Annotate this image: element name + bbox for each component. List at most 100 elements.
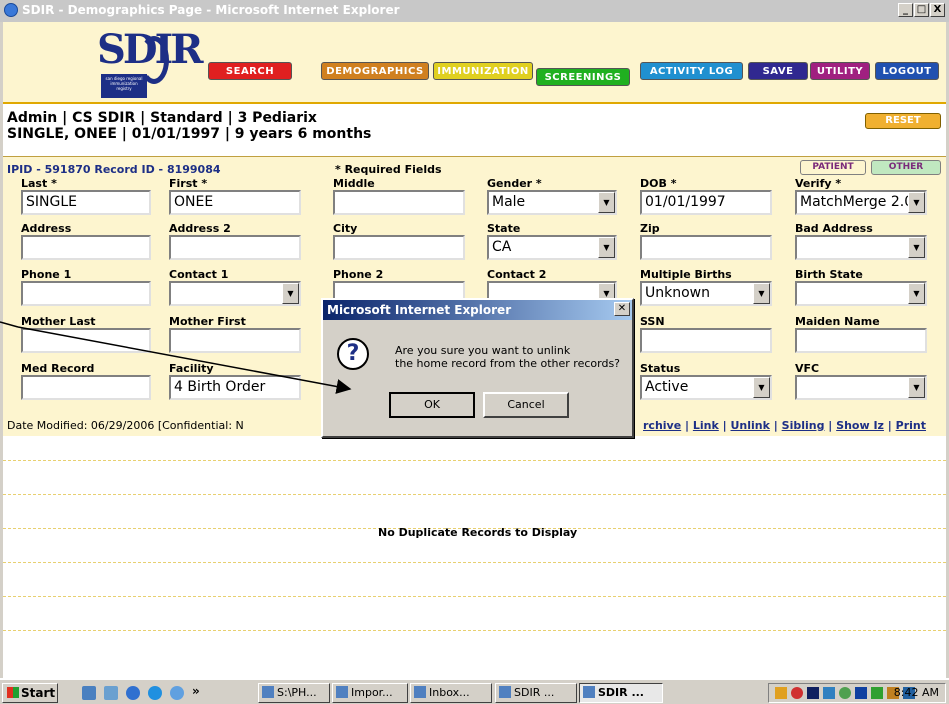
status-select[interactable]: Active ▼ [640, 375, 772, 400]
nav-activity-log[interactable]: ACTIVITY LOG [640, 62, 743, 80]
record-ids: IPID - 591870 Record ID - 8199084 [7, 163, 221, 176]
required-note: * Required Fields [335, 163, 442, 176]
link-print[interactable]: Print [896, 419, 926, 432]
ssn-input[interactable] [640, 328, 772, 353]
dob-input[interactable]: 01/01/1997 [640, 190, 772, 215]
date-modified: Date Modified: 06/29/2006 [Confidential:… [7, 419, 244, 432]
nav-demographics[interactable]: DEMOGRAPHICS [321, 62, 429, 80]
close-button[interactable]: X [930, 3, 945, 17]
status-label: Status [640, 362, 681, 375]
tray-icon[interactable] [791, 687, 803, 699]
ie-icon [4, 3, 18, 17]
state-select[interactable]: CA ▼ [487, 235, 617, 260]
dialog-message: Are you sure you want to unlink the home… [395, 344, 621, 370]
app-icon [583, 686, 595, 698]
middle-input[interactable] [333, 190, 465, 215]
verify-select[interactable]: MatchMerge 2.0 ▼ [795, 190, 927, 215]
quicklaunch-explorer-icon[interactable] [104, 686, 118, 700]
quicklaunch-ie-icon[interactable] [126, 686, 140, 700]
address-input[interactable] [21, 235, 151, 260]
maximize-button[interactable]: □ [914, 3, 929, 17]
link-show-iz[interactable]: Show Iz [836, 419, 884, 432]
taskbar-item[interactable]: SDIR ... [495, 683, 577, 703]
app-icon [336, 686, 348, 698]
quicklaunch-more-icon[interactable]: » [192, 684, 200, 698]
confirm-dialog: Microsoft Internet Explorer ✕ ? Are you … [321, 298, 634, 438]
tray-icon[interactable] [823, 687, 835, 699]
last-input[interactable]: SINGLE [21, 190, 151, 215]
chevron-down-icon: ▼ [598, 192, 615, 213]
gender-label: Gender * [487, 177, 542, 190]
tab-patient[interactable]: PATIENT [800, 160, 866, 175]
dob-label: DOB * [640, 177, 677, 190]
windows-logo-icon [7, 687, 19, 698]
reset-button[interactable]: RESET [865, 113, 941, 129]
chevron-down-icon: ▼ [753, 283, 770, 304]
vfc-select[interactable]: ▼ [795, 375, 927, 400]
phone-1-label: Phone 1 [21, 268, 72, 281]
nav-immunization[interactable]: IMMUNIZATION [433, 62, 533, 80]
nav-search[interactable]: SEARCH [208, 62, 292, 80]
bad-address-label: Bad Address [795, 222, 873, 235]
contact-2-label: Contact 2 [487, 268, 547, 281]
link-unlink[interactable]: Unlink [731, 419, 770, 432]
nav-utility[interactable]: UTILITY [810, 62, 870, 80]
question-icon: ? [337, 338, 369, 370]
bad-address-select[interactable]: ▼ [795, 235, 927, 260]
minimize-button[interactable]: _ [898, 3, 913, 17]
zip-label: Zip [640, 222, 660, 235]
birth-state-label: Birth State [795, 268, 863, 281]
taskbar-item[interactable]: SDIR ... [579, 683, 663, 703]
taskbar-item[interactable]: S:\PH... [258, 683, 330, 703]
med-record-input[interactable] [21, 375, 151, 400]
app-icon [499, 686, 511, 698]
link-rchive[interactable]: rchive [643, 419, 681, 432]
quicklaunch-desktop-icon[interactable] [82, 686, 96, 700]
facility-input[interactable]: 4 Birth Order [169, 375, 301, 400]
birth-state-select[interactable]: ▼ [795, 281, 927, 306]
user-context: Admin | CS SDIR | Standard | 3 Pediarix [7, 110, 317, 126]
dialog-close-button[interactable]: ✕ [614, 302, 630, 316]
mother-last-input[interactable] [21, 328, 151, 353]
nav-save[interactable]: SAVE [748, 62, 808, 80]
address-2-input[interactable] [169, 235, 301, 260]
contact-1-select[interactable]: ▼ [169, 281, 301, 306]
quicklaunch-media-icon[interactable] [148, 686, 162, 700]
first-input[interactable]: ONEE [169, 190, 301, 215]
tab-other[interactable]: OTHER [871, 160, 941, 175]
dialog-title: Microsoft Internet Explorer [323, 300, 632, 320]
tray-icon[interactable] [807, 687, 819, 699]
contact-1-label: Contact 1 [169, 268, 229, 281]
gender-select[interactable]: Male ▼ [487, 190, 617, 215]
multiple-births-label: Multiple Births [640, 268, 732, 281]
maiden-name-input[interactable] [795, 328, 927, 353]
cancel-button[interactable]: Cancel [483, 392, 569, 418]
mother-last-label: Mother Last [21, 315, 96, 328]
tray-icon[interactable] [839, 687, 851, 699]
link-sibling[interactable]: Sibling [782, 419, 825, 432]
chevron-down-icon: ▼ [908, 283, 925, 304]
app-header: SDIR san diego regional immunization reg… [3, 22, 946, 104]
taskbar-item[interactable]: Inbox... [410, 683, 492, 703]
state-label: State [487, 222, 521, 235]
start-button[interactable]: Start [2, 683, 58, 703]
tray-icon[interactable] [871, 687, 883, 699]
zip-input[interactable] [640, 235, 772, 260]
ok-button[interactable]: OK [389, 392, 475, 418]
quicklaunch-messenger-icon[interactable] [170, 686, 184, 700]
tray-icon[interactable] [775, 687, 787, 699]
mother-first-input[interactable] [169, 328, 301, 353]
nav-logout[interactable]: LOGOUT [875, 62, 939, 80]
clock: 8:42 AM [893, 686, 939, 699]
taskbar-item[interactable]: Impor... [332, 683, 408, 703]
phone-1-input[interactable] [21, 281, 151, 306]
link-link[interactable]: Link [693, 419, 719, 432]
phone-2-label: Phone 2 [333, 268, 384, 281]
multiple-births-select[interactable]: Unknown ▼ [640, 281, 772, 306]
chevron-down-icon: ▼ [908, 377, 925, 398]
patient-info: Admin | CS SDIR | Standard | 3 Pediarix … [7, 110, 371, 142]
language-icon[interactable] [855, 687, 867, 699]
nav-screenings[interactable]: SCREENINGS [536, 68, 630, 86]
window-titlebar[interactable]: SDIR - Demographics Page - Microsoft Int… [0, 0, 949, 22]
city-input[interactable] [333, 235, 465, 260]
